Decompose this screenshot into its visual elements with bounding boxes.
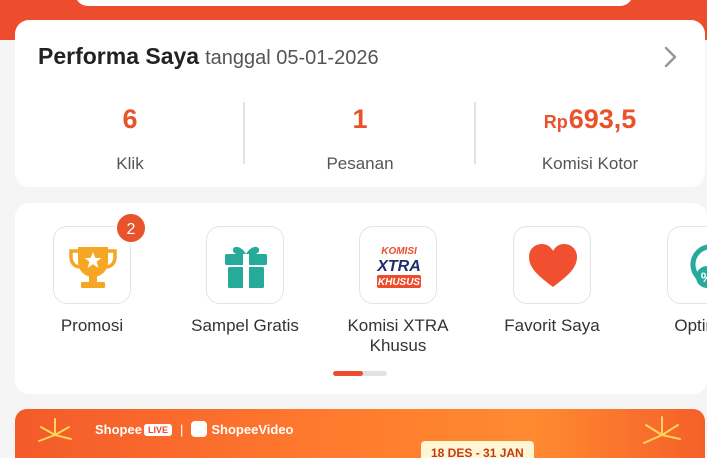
menu-item-promosi[interactable]: 2 Promosi <box>15 212 172 336</box>
menu-label-favorit-saya: Favorit Saya <box>504 316 600 335</box>
shopee-video-logo-icon <box>191 421 208 437</box>
trophy-icon <box>69 247 117 288</box>
performance-title: Performa Saya tanggal 05-01-2026 <box>38 43 379 70</box>
menu-item-komisi-xtra[interactable]: KOMISI XTRA KHUSUS Komisi XTRA Khusus <box>318 226 478 356</box>
currency-symbol: Rp <box>543 112 568 132</box>
svg-text:%: % <box>701 269 707 285</box>
notification-badge: 2 <box>115 212 147 244</box>
page-indicator <box>333 371 387 376</box>
feature-menu-card: 2 Promosi Sampel Gratis KOMISI XTRA KHUS… <box>15 203 707 394</box>
stat-orders-label: Pesanan <box>326 154 394 173</box>
live-tag: LIVE <box>143 424 172 436</box>
performance-date: tanggal 05-01-2026 <box>205 47 379 69</box>
firework-icon <box>38 418 72 442</box>
shopee-brand: Shopee <box>95 422 142 437</box>
komisi-xtra-icon: KOMISI XTRA KHUSUS <box>376 246 421 288</box>
stat-commission: Rp693,5 Komisi Kotor <box>475 100 705 174</box>
commission-amount: 693,5 <box>568 104 637 134</box>
firework-icon <box>643 416 681 444</box>
menu-icon-box: 2 <box>53 212 147 304</box>
menu-label-sampel-gratis: Sampel Gratis <box>191 316 299 335</box>
stat-divider <box>243 102 245 164</box>
promo-banner[interactable]: Shopee LIVE | ShopeeVideo 18 DES - 31 JAN <box>15 409 705 458</box>
banner-date-range: 18 DES - 31 JAN <box>421 441 534 458</box>
performance-title-text: Performa Saya <box>38 43 200 69</box>
menu-item-optimasi[interactable]: % Optimas <box>626 226 707 336</box>
page-indicator-fill <box>333 371 363 376</box>
xtra-text: XTRA <box>376 258 421 275</box>
stat-clicks-label: Klik <box>116 154 144 173</box>
gift-icon <box>225 246 267 288</box>
performance-stats: 6 Klik 1 Pesanan Rp693,5 Komisi Kotor <box>15 100 705 173</box>
stat-divider <box>474 102 476 164</box>
menu-icon-box: KOMISI XTRA KHUSUS <box>359 226 437 304</box>
menu-icon-box <box>513 226 591 304</box>
menu-label-promosi: Promosi <box>60 316 124 335</box>
stat-orders: 1 Pesanan <box>245 100 475 174</box>
menu-item-sampel-gratis[interactable]: Sampel Gratis <box>165 226 325 336</box>
menu-label-optimasi: Optimas <box>674 316 707 335</box>
menu-item-favorit-saya[interactable]: Favorit Saya <box>472 226 632 336</box>
optimization-icon: % <box>690 244 707 288</box>
performance-card[interactable]: Performa Saya tanggal 05-01-2026 6 Klik 1… <box>15 20 705 187</box>
komisi-text: KOMISI <box>381 246 417 257</box>
shopee-video-brand: ShopeeVideo <box>211 422 294 437</box>
stat-clicks: 6 Klik <box>15 100 245 174</box>
menu-icon-box <box>206 226 284 304</box>
heart-icon <box>529 244 577 287</box>
menu-label-komisi-xtra: Komisi XTRA Khusus <box>347 316 449 355</box>
chevron-right-icon[interactable] <box>657 44 683 70</box>
banner-brand: Shopee LIVE | ShopeeVideo <box>95 421 294 437</box>
stat-commission-label: Komisi Kotor <box>541 154 639 173</box>
search-bar[interactable] <box>75 0 633 6</box>
stat-commission-value: Rp693,5 <box>475 100 705 138</box>
khusus-text: KHUSUS <box>378 277 421 288</box>
stat-clicks-value: 6 <box>122 104 138 134</box>
menu-icon-box: % <box>667 226 707 304</box>
stat-orders-value: 1 <box>352 104 368 134</box>
